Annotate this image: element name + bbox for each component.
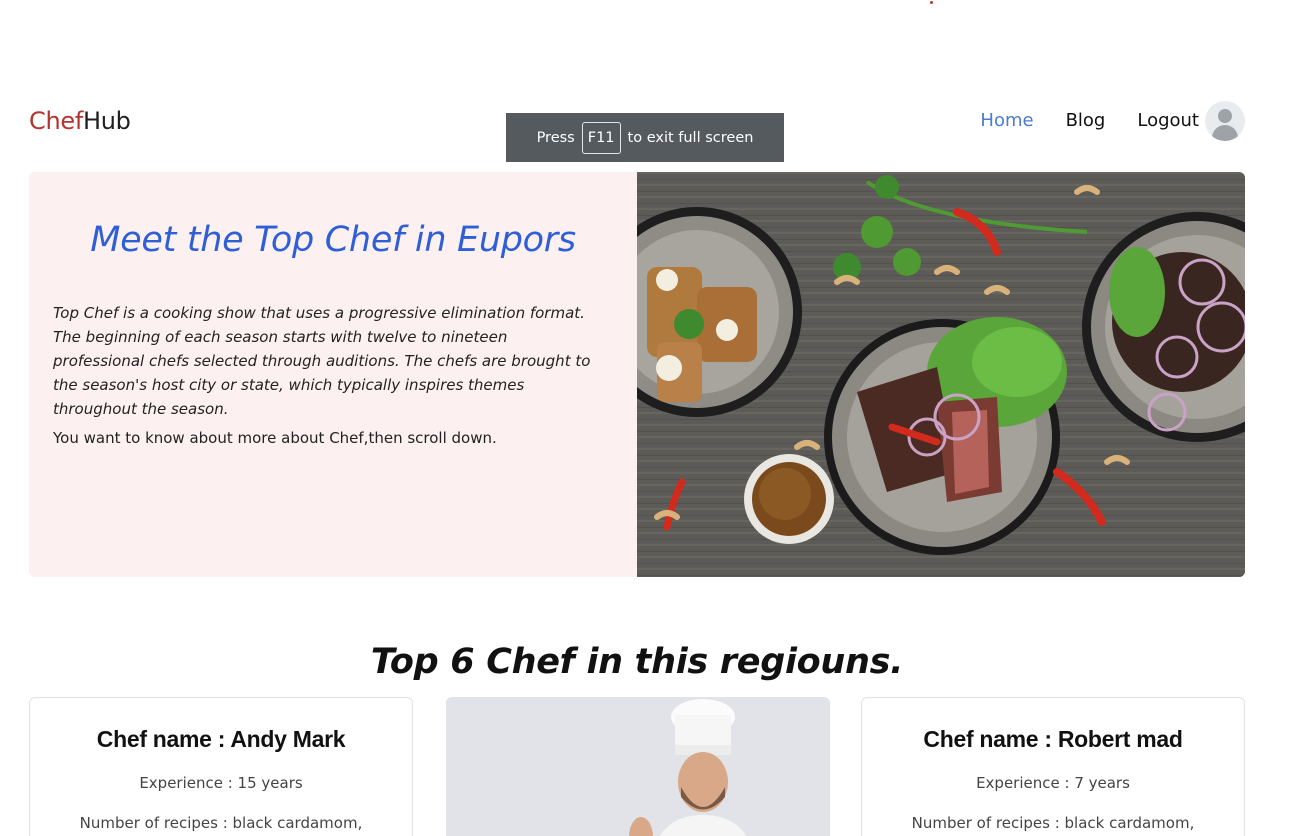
- nav-blog-link[interactable]: Blog: [1066, 106, 1106, 136]
- decorative-dot: [930, 1, 933, 4]
- chef-recipes: Number of recipes : black cardamom,: [911, 814, 1195, 832]
- hero-title: Meet the Top Chef in Eupors: [90, 220, 576, 260]
- nav-home-link[interactable]: Home: [980, 106, 1033, 136]
- nav-links: Home Blog Logout: [980, 100, 1245, 141]
- toast-rest-text: to exit full screen: [627, 129, 754, 146]
- hero-text-panel: Meet the Top Chef in Eupors Top Chef is …: [29, 172, 637, 577]
- fullscreen-toast: Press F11 to exit full screen: [506, 113, 784, 162]
- chef-card[interactable]: Chef name : Robert mad Experience : 7 ye…: [861, 697, 1245, 836]
- toast-press-text: Press: [536, 129, 575, 146]
- user-avatar-icon[interactable]: [1205, 101, 1245, 141]
- chef-card[interactable]: Chef name : Andy Mark Experience : 15 ye…: [29, 697, 413, 836]
- chef-name: Chef name : Andy Mark: [96, 726, 346, 752]
- chef-photo-card[interactable]: [446, 697, 830, 836]
- chef-photo: [446, 697, 830, 836]
- hero-food-image: [637, 172, 1245, 577]
- nav-logout-link[interactable]: Logout: [1137, 106, 1199, 136]
- toast-key: F11: [581, 121, 621, 154]
- hero-section: Meet the Top Chef in Eupors Top Chef is …: [29, 172, 1245, 577]
- chef-experience: Experience : 15 years: [139, 774, 303, 792]
- hero-description: Top Chef is a cooking show that uses a p…: [53, 304, 591, 418]
- chef-name: Chef name : Robert mad: [923, 726, 1183, 752]
- food-plates-illustration: [637, 172, 1245, 577]
- brand-logo[interactable]: ChefHub: [29, 107, 131, 135]
- brand-part-hub: Hub: [82, 107, 131, 135]
- brand-part-chef: Chef: [29, 107, 83, 135]
- section-title: Top 6 Chef in this regiouns.: [370, 642, 904, 682]
- chef-recipes: Number of recipes : black cardamom,: [79, 814, 363, 832]
- hero-subtext: You want to know about more about Chef,t…: [53, 429, 497, 447]
- chef-experience: Experience : 7 years: [976, 774, 1130, 792]
